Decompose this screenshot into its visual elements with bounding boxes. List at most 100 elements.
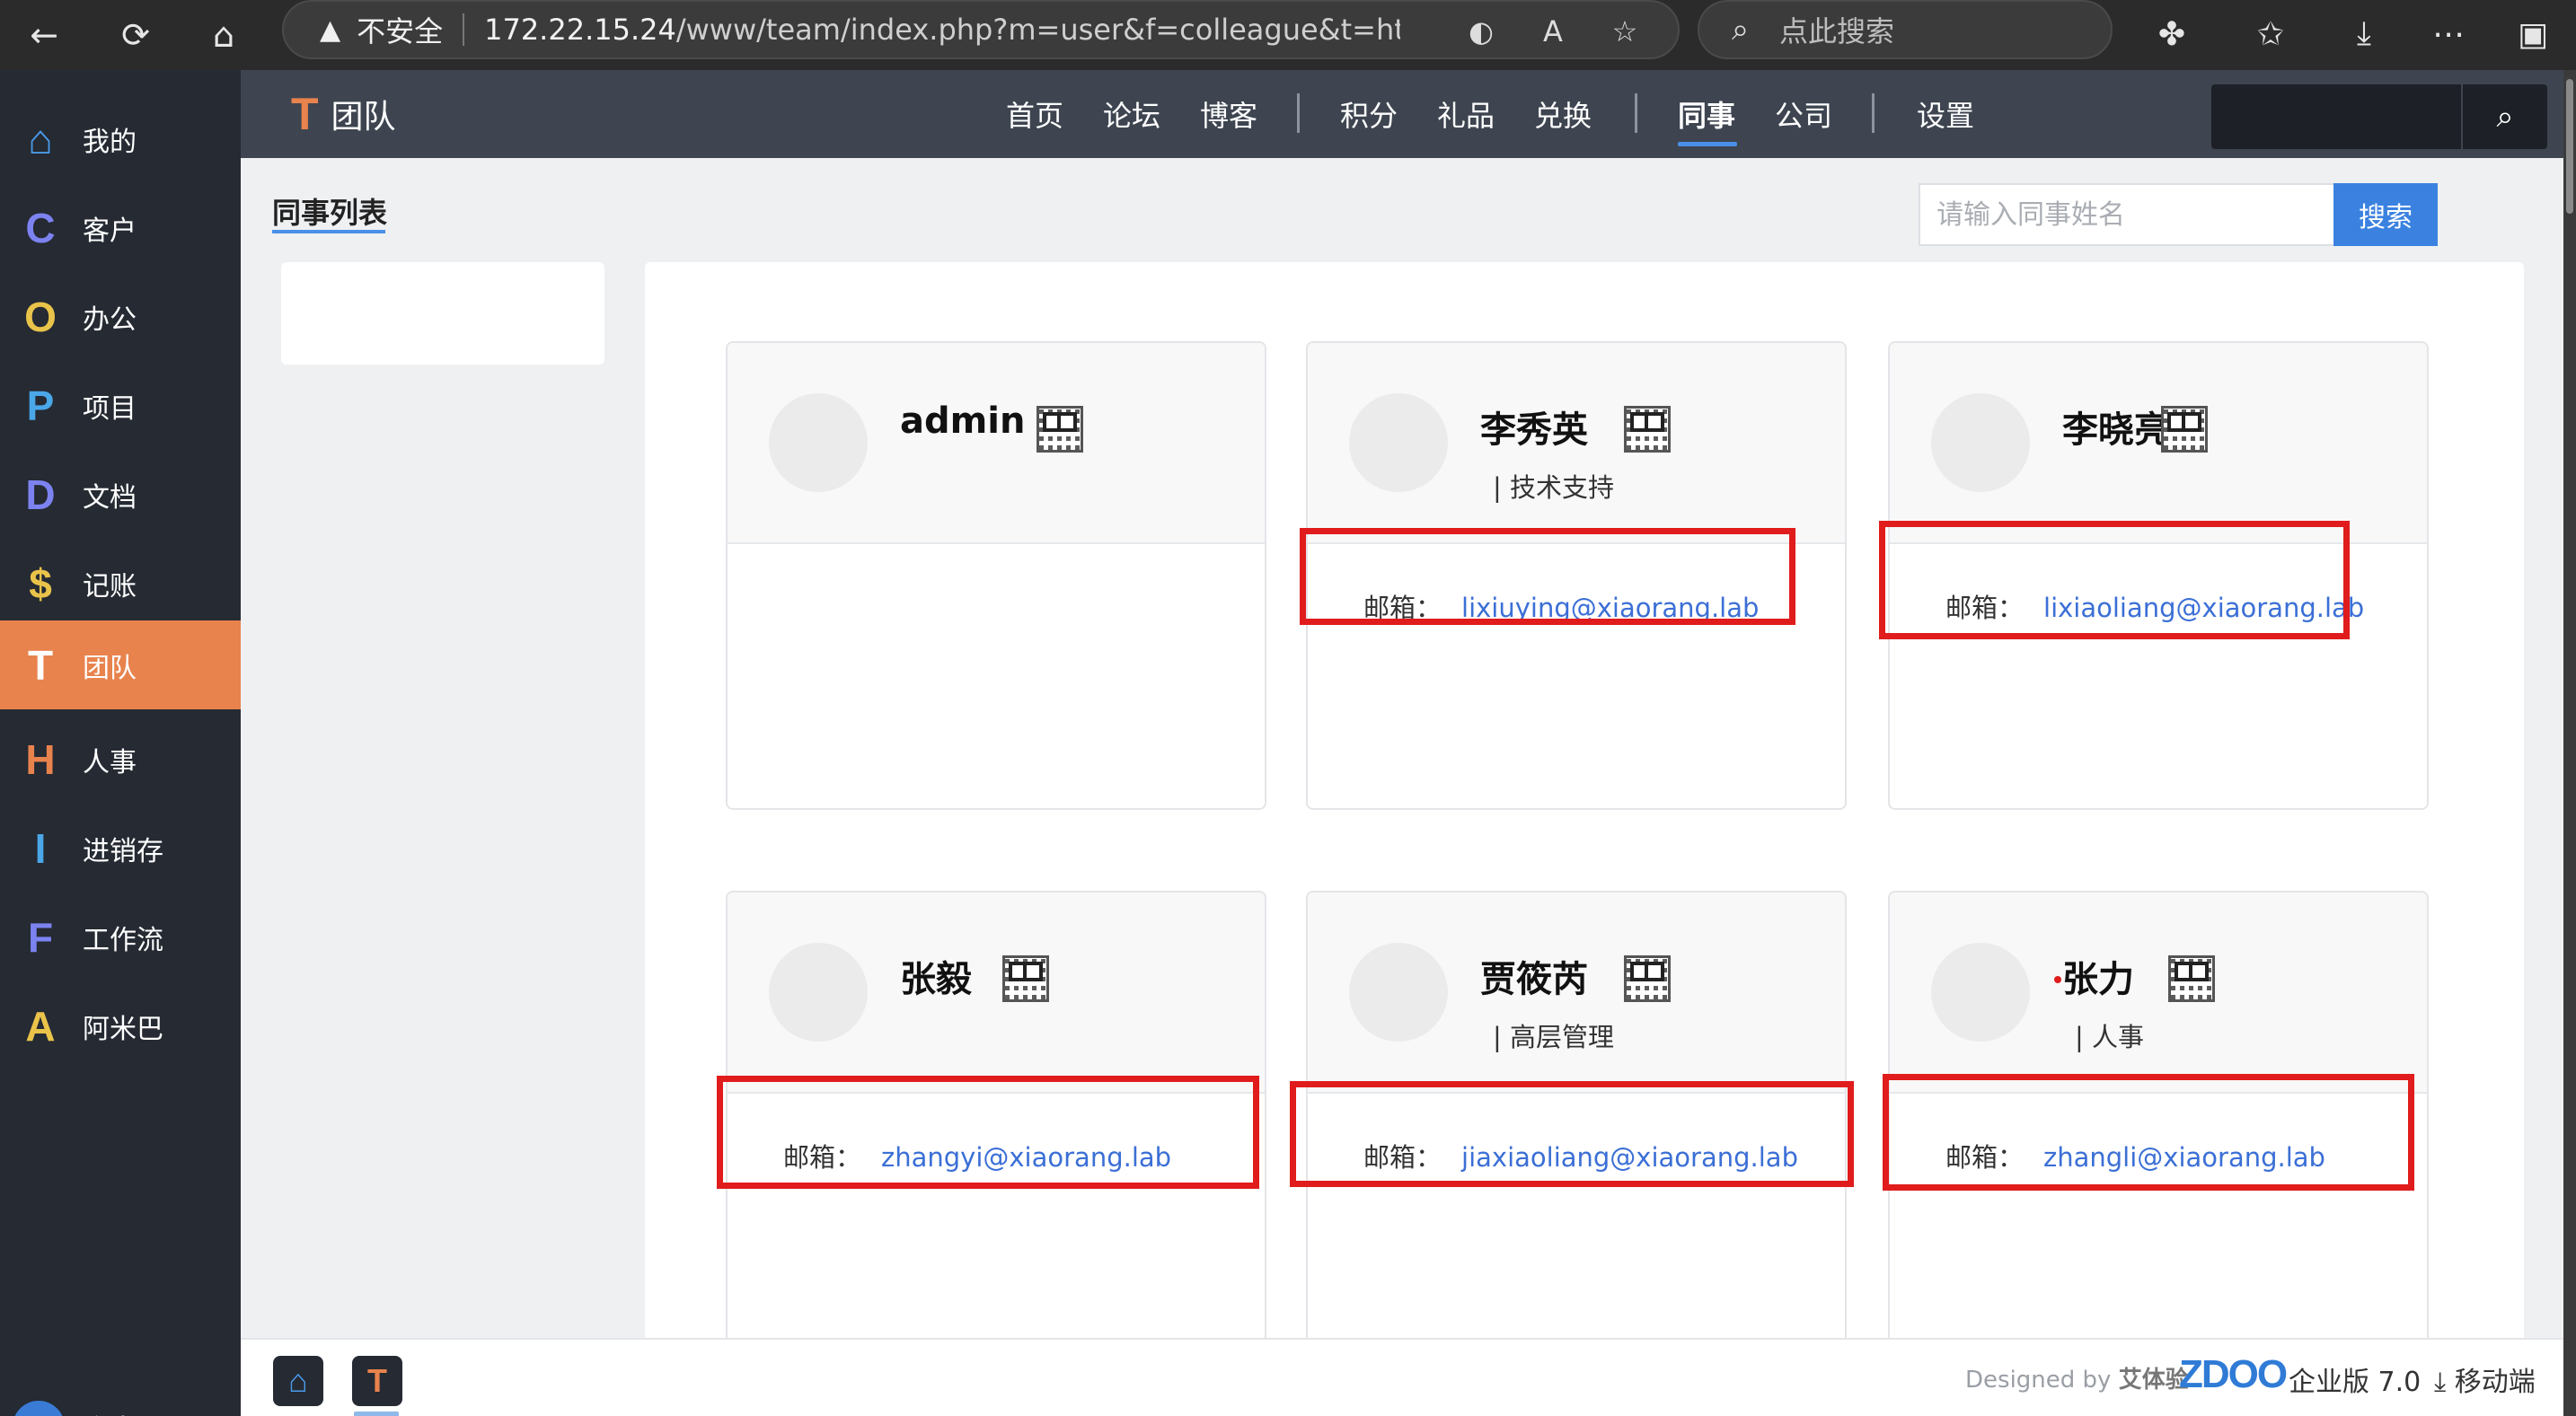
nav-menu-item[interactable]: 礼品 [1437,93,1495,135]
sidebar-item[interactable]: $ 记账 [0,539,241,628]
scrollbar-thumb[interactable] [2566,79,2573,214]
insecure-label[interactable]: 不安全 [357,9,443,50]
app-sidebar: ⌂ 我的 C 客户 O 办公 P 项目 D 文档 $ 记账 T 团队 H 人事 I 进销存 F 工作流 A 阿米巴 A 个… [0,70,241,1416]
personal-menu[interactable]: A 个人 [13,1401,137,1416]
department-tree-panel [281,262,604,365]
sidebar-item-label: 办公 [83,303,137,336]
nav-menu-item[interactable]: 兑换 [1534,93,1592,135]
colleague-name: 李秀英 [1480,409,1588,451]
url-text[interactable]: 172.22.15.24/www/team/index.php?m=user&f… [484,13,1400,47]
app-f-icon: F [27,913,54,961]
avatar [1931,393,2030,492]
browser-search-placeholder: 点此搜索 [1779,14,1895,48]
sidebar-item[interactable]: F 工作流 [0,893,241,981]
home-app-icon[interactable]: ⌂ [273,1356,323,1406]
extensions-icon[interactable]: ✤ [2147,9,2197,59]
qrcode-icon[interactable] [1037,406,1083,453]
avatar [769,393,868,492]
app-d-icon: D [25,471,56,518]
app-c-icon: C [25,204,56,251]
sidebar-item-label: 我的 [83,126,137,158]
colleague-name: 张力 [2062,959,2134,1000]
back-icon[interactable]: ← [20,11,68,59]
sidebar-item[interactable]: D 文档 [0,450,241,539]
url-host: 172.22.15.24 [484,13,676,47]
home-icon[interactable]: ⌂ [199,11,248,59]
qrcode-icon[interactable] [1624,955,1671,1002]
colleague-search-input[interactable] [1920,185,2333,244]
reload-icon[interactable]: ⟳ [111,11,160,59]
qrcode-icon[interactable] [1002,955,1049,1002]
sidebar-item[interactable]: P 项目 [0,361,241,450]
app-p-icon: P [26,382,55,429]
red-dot-marker [2054,976,2061,983]
nav-menu-item[interactable]: 博客 [1200,93,1257,135]
search-icon[interactable]: ⌕ [2461,84,2547,149]
avatar [1349,943,1448,1042]
sidebar-item[interactable]: T 团队 [0,620,241,709]
card-header: 张力 | 人事 [1890,893,2427,1094]
colleague-name: 贾筱芮 [1480,959,1588,1000]
nav-menu-item[interactable]: 同事 [1678,93,1735,135]
nav-menu-item[interactable]: 公司 [1775,93,1832,135]
sidebar-item-label: 客户 [83,215,137,247]
home-icon: ⌂ [28,115,53,163]
avatar: A [13,1401,65,1416]
search-icon: ⌕ [1732,12,1750,48]
favorite-star-icon[interactable]: ☆ [1604,11,1645,52]
sidebar-toggle-icon[interactable]: ▣ [2508,9,2558,59]
avatar [769,943,868,1042]
colleague-list-panel: admin 李秀英 | 技术支持 邮箱： lixiuying@xiaorang.lab 李… [645,262,2524,1359]
nav-menu-item[interactable]: 论坛 [1103,93,1160,135]
sidebar-item[interactable]: O 办公 [0,272,241,361]
colleague-name: 张毅 [900,959,972,1000]
global-search[interactable]: ⌕ [2211,84,2547,149]
qrcode-icon[interactable] [1624,406,1671,453]
mobile-label: 移动端 [2454,1367,2536,1398]
sidebar-item[interactable]: I 进销存 [0,804,241,893]
sidebar-item[interactable]: ⌂ 我的 [0,94,241,183]
downloads-icon[interactable]: ⤓ [2339,9,2389,59]
brand[interactable]: T 团队 [291,88,396,140]
sidebar-item[interactable]: C 客户 [0,183,241,272]
browser-search-box[interactable]: ⌕ 点此搜索 [1698,0,2113,59]
window-scrollbar[interactable] [2563,70,2576,1416]
sidebar-item-label: 工作流 [83,924,163,956]
edge-icon[interactable]: ◐ [1460,11,1502,52]
nav-menu-item[interactable]: 设置 [1917,93,1974,135]
colleague-name: admin [900,400,1026,442]
sidebar-item-label: 阿米巴 [83,1013,163,1045]
designed-by-label: Designed by [1965,1367,2112,1394]
team-app-icon[interactable]: T [352,1356,402,1406]
card-header: 贾筱芮 | 高层管理 [1308,893,1845,1094]
more-icon[interactable]: ⋯ [2423,9,2474,59]
address-divider [463,13,465,46]
sidebar-item-label: 人事 [83,746,137,778]
colleague-department: | 技术支持 [1493,472,1614,503]
avatar [1931,943,2030,1042]
card-header: 张毅 [728,893,1265,1094]
address-bar[interactable]: ▲ 不安全 172.22.15.24/www/team/index.php?m=… [282,0,1680,59]
app-o-icon: O [24,293,57,340]
zdoo-logo[interactable]: ZDOO [2179,1352,2288,1397]
highlight-box [1290,1081,1854,1187]
read-aloud-icon[interactable]: A [1532,11,1574,52]
active-app-indicator [354,1412,399,1416]
nav-menu-item[interactable]: 首页 [1006,93,1063,135]
sidebar-item[interactable]: H 人事 [0,715,241,804]
colleague-card[interactable]: admin [726,341,1266,810]
designed-by[interactable]: Designed by 艾体验 [1965,1361,2189,1394]
mobile-link[interactable]: ⤓ 移动端 [2434,1359,2536,1399]
qrcode-icon[interactable] [2161,406,2208,453]
main-content: 同事列表 搜索 admin李秀英| 技术支持邮箱：lixiuying@xiaor… [241,158,2563,1359]
personal-label: 个人 [83,1407,137,1416]
sidebar-item[interactable]: A 阿米巴 [0,981,241,1070]
qrcode-icon[interactable] [2168,955,2215,1002]
favorites-icon[interactable]: ✩ [2245,9,2296,59]
highlight-box [717,1076,1259,1189]
colleague-department: | 人事 [2075,1022,2144,1052]
search-button[interactable]: 搜索 [2333,183,2438,246]
colleague-search-form: 搜索 [1919,183,2438,246]
nav-menu-item[interactable]: 积分 [1340,93,1398,135]
sidebar-item-label: 项目 [83,392,137,425]
